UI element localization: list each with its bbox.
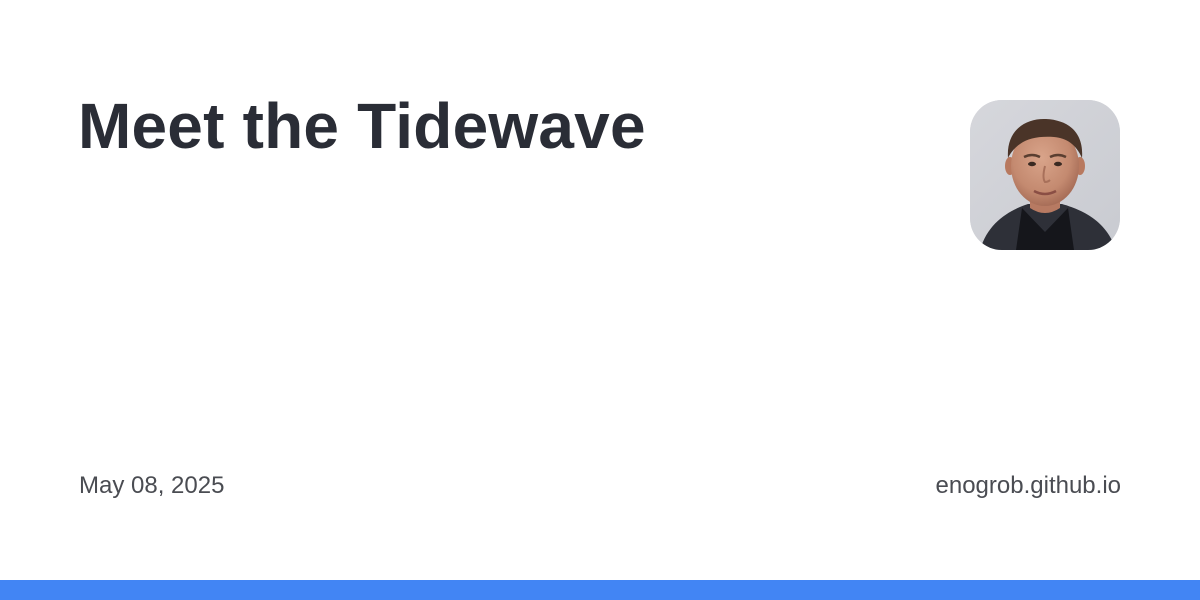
post-title: Meet the Tidewave: [78, 90, 646, 162]
author-avatar: [970, 100, 1120, 250]
social-preview-card: Meet the Tidewave May 08, 2025 enogrob.g…: [0, 0, 1200, 600]
post-date: May 08, 2025: [79, 472, 225, 499]
author-portrait-icon: [970, 100, 1120, 250]
site-domain-link[interactable]: enogrob.github.io: [936, 471, 1121, 501]
accent-bar: [0, 580, 1200, 600]
